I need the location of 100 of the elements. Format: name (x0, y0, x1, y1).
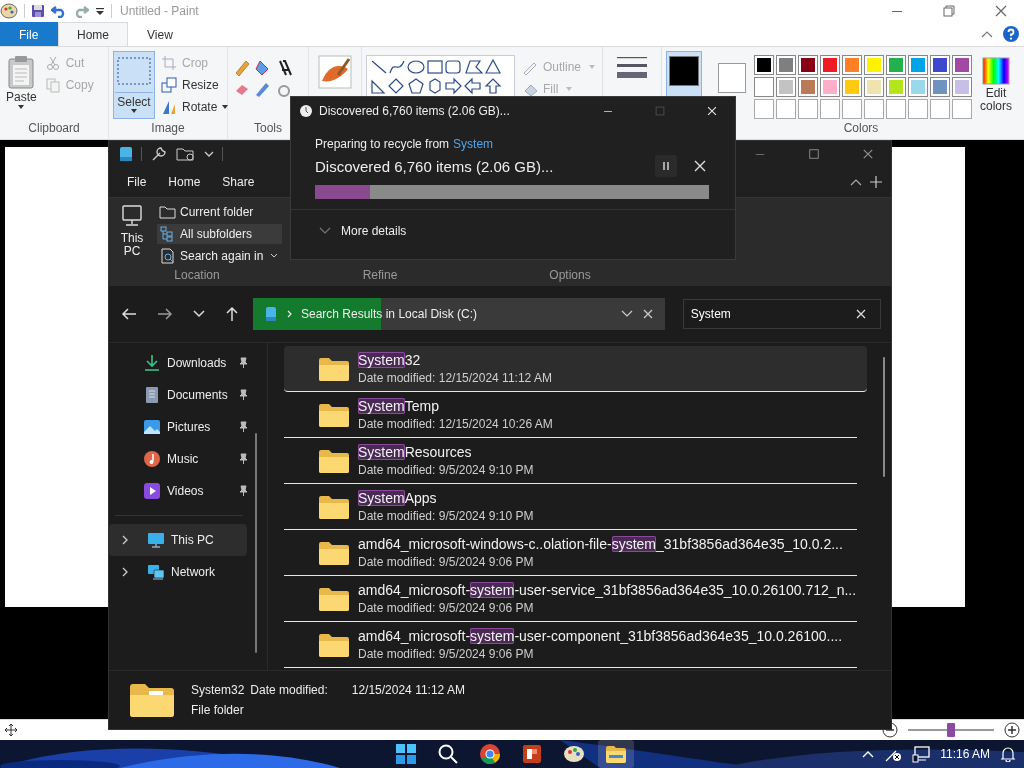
color-swatch[interactable] (842, 55, 862, 75)
color-2-swatch[interactable] (718, 63, 746, 93)
customize-caret-icon[interactable] (204, 150, 214, 158)
search-field[interactable]: System (682, 299, 881, 329)
ribbon-tab[interactable]: View (128, 22, 192, 46)
search-icon[interactable] (436, 742, 460, 766)
color-swatch[interactable] (798, 55, 818, 75)
search-again-button[interactable]: Search again in (157, 246, 283, 266)
color-swatch[interactable] (886, 77, 906, 97)
pause-icon[interactable] (655, 155, 677, 177)
color-swatch[interactable] (798, 77, 818, 97)
edit-colors-button[interactable]: Edit colors (976, 51, 1016, 113)
source-link[interactable]: System (453, 137, 494, 151)
color-swatch[interactable] (952, 77, 972, 97)
collapse-ribbon-icon[interactable] (849, 177, 863, 187)
monitor-icon[interactable] (912, 745, 931, 763)
color-swatch[interactable] (754, 55, 774, 75)
color-swatch[interactable] (930, 55, 950, 75)
empty-swatch[interactable] (930, 99, 950, 119)
new-folder-icon[interactable] (176, 146, 196, 162)
color-swatch[interactable] (776, 77, 796, 97)
color-swatch[interactable] (864, 77, 884, 97)
ribbon-tab[interactable]: Home (58, 22, 128, 46)
file-row[interactable]: System32 Date modified: 12/15/2024 11:12 AM (284, 346, 867, 392)
stop-icon[interactable] (642, 309, 653, 319)
scrollbar[interactable] (883, 357, 885, 477)
empty-swatch[interactable] (952, 99, 972, 119)
new-tab-icon[interactable] (869, 175, 883, 189)
file-row[interactable]: amd64_microsoft-windows-c..olation-file-system_31bf3856ad364e35_10.0.2... Date modified: 9/5/2024 9:06 PM (284, 530, 857, 576)
color-swatch[interactable] (908, 77, 928, 97)
notification-bell-icon[interactable] (1000, 746, 1016, 762)
window-title: Discovered 6,760 items (2.06 GB)... (319, 104, 510, 118)
ribbon-tab[interactable]: File (119, 171, 155, 193)
browser-icon[interactable] (478, 742, 502, 766)
file-row[interactable]: SystemResources Date modified: 9/5/2024 9:10 PM (284, 438, 857, 484)
ribbon-tab[interactable]: Share (214, 171, 263, 193)
expand-chevron-icon[interactable] (121, 567, 129, 577)
sidebar-item[interactable]: Documents (109, 379, 267, 411)
sidebar-item[interactable]: This PC (109, 524, 247, 556)
empty-swatch[interactable] (798, 99, 818, 119)
undo-icon[interactable] (51, 4, 67, 18)
forward-icon[interactable] (157, 307, 173, 321)
color-swatch[interactable] (952, 55, 972, 75)
clock-text[interactable]: 11:16 AM (940, 747, 990, 761)
scrollbar[interactable] (255, 433, 257, 653)
folder-icon (318, 539, 350, 566)
zoom-in-icon[interactable] (1004, 722, 1020, 738)
help-icon[interactable] (1002, 25, 1020, 43)
sidebar-item[interactable]: Videos (109, 475, 267, 507)
color-swatch[interactable] (886, 55, 906, 75)
taskbar-button[interactable] (598, 740, 634, 768)
empty-swatch[interactable] (908, 99, 928, 119)
empty-swatch[interactable] (864, 99, 884, 119)
dropdown-icon[interactable] (620, 310, 633, 318)
file-row[interactable]: SystemApps Date modified: 9/5/2024 9:10 PM (284, 484, 857, 530)
ribbon-button[interactable]: Resize (159, 75, 231, 95)
properties-icon[interactable] (150, 145, 168, 163)
empty-swatch[interactable] (820, 99, 840, 119)
empty-swatch[interactable] (886, 99, 906, 119)
ribbon-tab[interactable]: Home (160, 171, 209, 193)
color-swatch[interactable] (820, 77, 840, 97)
clock-icon (299, 104, 313, 118)
color-swatch[interactable] (908, 55, 928, 75)
presentation-icon[interactable] (520, 742, 544, 766)
color-swatch[interactable] (842, 77, 862, 97)
collapse-ribbon-icon[interactable] (980, 29, 994, 39)
select-button[interactable]: Select (113, 51, 155, 119)
file-row[interactable]: SystemTemp Date modified: 12/15/2024 10:26 AM (284, 392, 857, 438)
empty-swatch[interactable] (754, 99, 774, 119)
paste-button[interactable]: Paste (4, 51, 39, 113)
ribbon-button[interactable]: All subfolders (157, 224, 283, 244)
start-icon[interactable] (394, 742, 418, 766)
recent-locations-icon[interactable] (193, 310, 205, 318)
up-icon[interactable] (225, 306, 239, 322)
save-icon[interactable] (31, 4, 45, 18)
sidebar-item[interactable]: Pictures (109, 411, 267, 443)
address-bar[interactable]: Search Results in Local Disk (C:) (253, 298, 665, 330)
color-swatch[interactable] (776, 55, 796, 75)
breadcrumb[interactable]: Search Results in Local Disk (C:) (301, 307, 478, 321)
ribbon-button[interactable]: Rotate (159, 97, 231, 117)
search-input[interactable]: System (688, 306, 856, 322)
sidebar-item[interactable]: Downloads (109, 347, 267, 379)
color-swatch[interactable] (754, 77, 774, 97)
empty-swatch[interactable] (776, 99, 796, 119)
color-swatch[interactable] (930, 77, 950, 97)
color-swatch[interactable] (820, 55, 840, 75)
ribbon-button[interactable]: Current folder (157, 202, 283, 222)
file-menu-tab[interactable]: File (0, 22, 58, 46)
color-swatch[interactable] (864, 55, 884, 75)
more-details-button[interactable]: More details (291, 210, 407, 238)
brush-icon[interactable] (318, 55, 352, 89)
customize-caret-icon[interactable] (95, 6, 105, 16)
this-pc-button[interactable]: This PC (117, 202, 147, 268)
clear-icon[interactable] (856, 309, 866, 319)
chevron-up-icon[interactable] (862, 750, 875, 758)
back-icon[interactable] (121, 307, 137, 321)
sidebar-item[interactable]: Music (109, 443, 267, 475)
sidebar-item[interactable]: Network (109, 556, 247, 588)
expand-chevron-icon[interactable] (121, 535, 129, 545)
empty-swatch[interactable] (842, 99, 862, 119)
